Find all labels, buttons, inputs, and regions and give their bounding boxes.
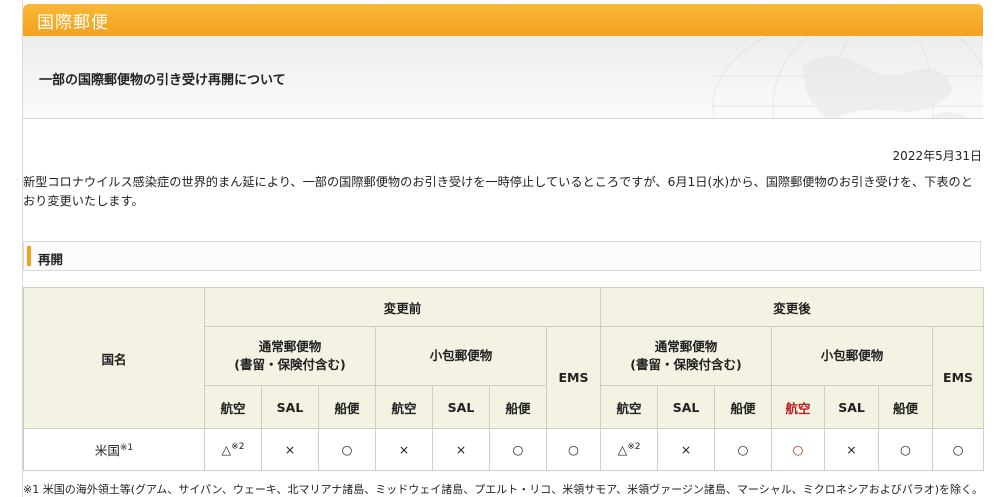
footnote: ※1 米国の海外領土等(グアム、サイパン、ウェーキ、北マリアナ諸島、ミッドウェイ… <box>23 483 983 496</box>
footnote-ref: ※1 <box>119 442 134 453</box>
after-parcel-sal-cell: × <box>824 428 880 471</box>
before-normal-sal-cell: × <box>261 428 319 471</box>
after-normal-air-cell: △※2 <box>600 428 659 471</box>
before-ems-cell: ○ <box>545 428 602 471</box>
publish-date: 2022年5月31日 <box>892 149 982 163</box>
after-parcel-air-cell: ○ <box>771 428 826 471</box>
before-parcel-sal-cell: × <box>432 428 490 471</box>
after-ems-cell: ○ <box>932 428 985 471</box>
country-header: 国名 <box>23 287 205 429</box>
notice-title: 一部の国際郵便物の引き受け再開について <box>39 73 286 88</box>
intro-text: 新型コロナウイルス感染症の世界的まん延により、一部の国際郵便物のお引き受けを一時… <box>23 175 973 208</box>
after-normal-sal-cell: × <box>657 428 716 471</box>
after-normal-mail-header: 通常郵便物 (書留・保険付含む) <box>600 326 773 386</box>
page-header: 国際郵便 <box>23 4 983 36</box>
section-accent-bar <box>27 246 31 266</box>
page-title: 国際郵便 <box>37 13 109 33</box>
before-parcel-header: 小包郵便物 <box>375 326 547 386</box>
before-header: 変更前 <box>203 287 602 327</box>
section-label: 再開 <box>38 252 64 267</box>
before-normal-mail-header: 通常郵便物 (書留・保険付含む) <box>204 326 376 386</box>
after-normal-ship-header: 船便 <box>714 385 773 429</box>
after-normal-sal-header: SAL <box>657 385 716 429</box>
after-parcel-sal-header: SAL <box>824 385 880 429</box>
before-ems-header: EMS <box>545 326 602 429</box>
world-map-icon <box>712 36 983 118</box>
after-parcel-ship-cell: ○ <box>878 428 934 471</box>
before-normal-air-header: 航空 <box>204 385 262 429</box>
before-normal-ship-header: 船便 <box>318 385 376 429</box>
table-row: 米国※1 △※2 × ○ × × ○ ○ △※2 × ○ ○ × ○ ○ <box>23 428 985 471</box>
before-parcel-air-header: 航空 <box>375 385 433 429</box>
after-normal-air-header: 航空 <box>600 385 659 429</box>
before-normal-ship-cell: ○ <box>318 428 376 471</box>
after-parcel-ship-header: 船便 <box>878 385 934 429</box>
resumption-table: 国名 変更前 変更後 通常郵便物 (書留・保険付含む) 小包郵便物 EMS 通常郵… <box>23 287 985 471</box>
after-parcel-air-header: 航空 <box>771 385 826 429</box>
country-cell: 米国※1 <box>23 428 205 471</box>
before-normal-sal-header: SAL <box>261 385 319 429</box>
before-normal-air-cell: △※2 <box>204 428 262 471</box>
after-normal-ship-cell: ○ <box>714 428 773 471</box>
before-parcel-ship-header: 船便 <box>489 385 547 429</box>
before-parcel-air-cell: × <box>375 428 433 471</box>
section-heading: 再開 <box>23 241 981 271</box>
before-parcel-ship-cell: ○ <box>489 428 547 471</box>
before-parcel-sal-header: SAL <box>432 385 490 429</box>
after-header: 変更後 <box>600 287 985 327</box>
after-ems-header: EMS <box>932 326 985 429</box>
after-parcel-header: 小包郵便物 <box>771 326 934 386</box>
notice-banner: 一部の国際郵便物の引き受け再開について <box>23 36 983 119</box>
